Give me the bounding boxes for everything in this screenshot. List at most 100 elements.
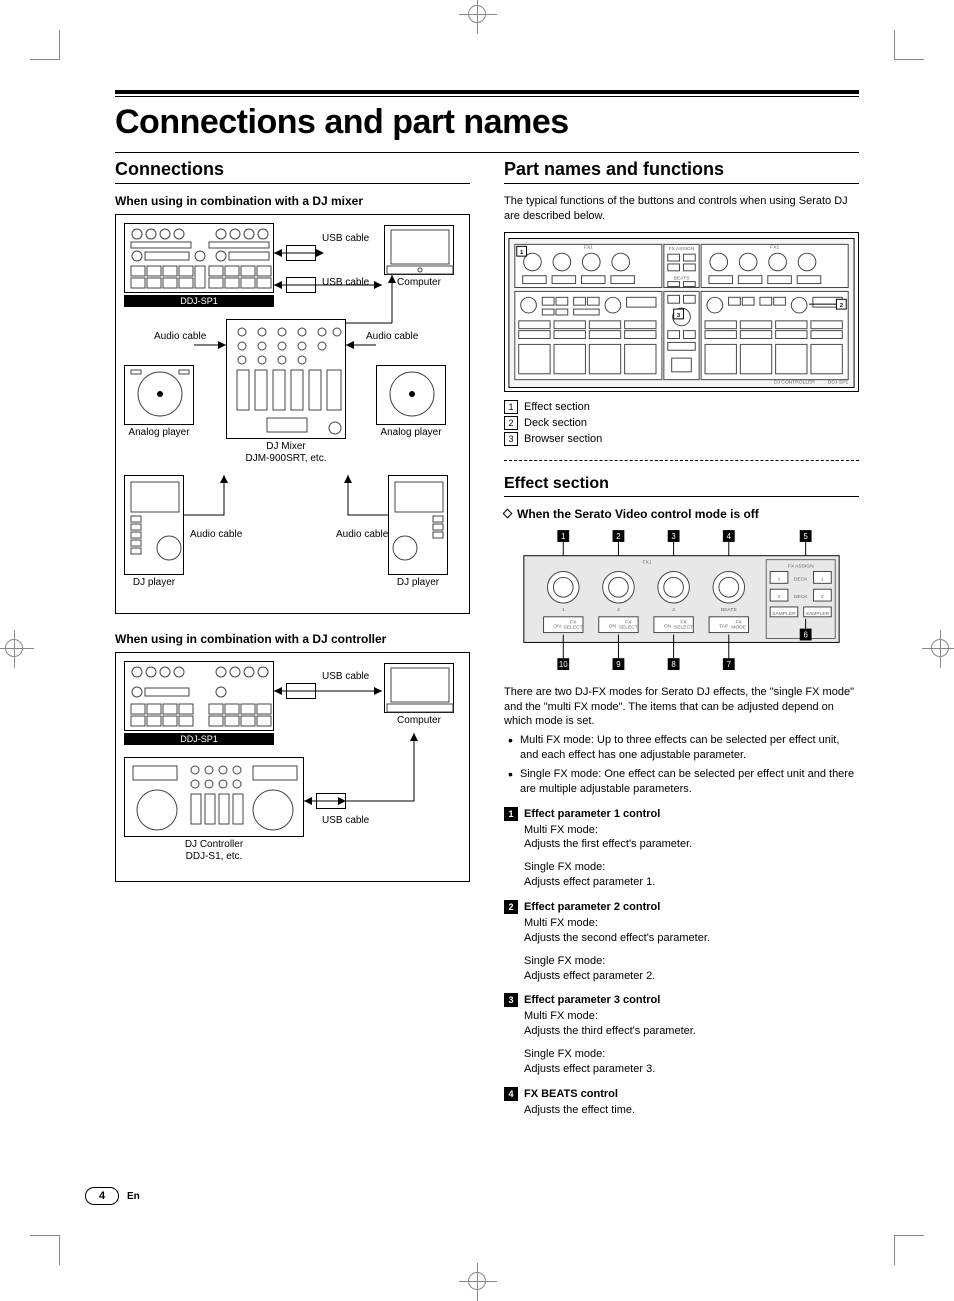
param-body: Multi FX mode:Adjusts the first effect's… [524, 823, 859, 890]
top-rule-thin [115, 96, 859, 97]
mixer-label: DJ Mixer [226, 441, 346, 452]
top-rule-thick [115, 90, 859, 94]
controller-diagram: DDJ-SP1 USB cable Computer [115, 652, 470, 882]
svg-text:ON: ON [553, 623, 561, 629]
effect-section-heading: Effect section [504, 475, 859, 497]
controller-label: DJ Controller [124, 839, 304, 850]
mixer-subhead: When using in combination with a DJ mixe… [115, 194, 470, 208]
audio-label-l: Audio cable [154, 331, 206, 342]
svg-text:8: 8 [671, 660, 676, 669]
mixer-diagram: DDJ-SP1 Computer USB cable USB cable [115, 214, 470, 614]
crop-mark [931, 639, 949, 657]
param-line: Single FX mode: [524, 860, 859, 875]
usb-label-3: USB cable [322, 671, 369, 682]
intro-text: The typical functions of the buttons and… [504, 194, 859, 224]
svg-text:SAMPLER: SAMPLER [772, 611, 796, 617]
param-title: Effect parameter 1 control [524, 808, 660, 820]
crop-mark [894, 1235, 924, 1265]
param-block: 2Effect parameter 2 control Multi FX mode… [504, 900, 859, 983]
right-column: Part names and functions The typical fun… [504, 159, 859, 1118]
param-line: Multi FX mode: [524, 1009, 859, 1024]
crop-mark [5, 639, 23, 657]
crop-mark [468, 5, 486, 23]
svg-text:SAMPLER: SAMPLER [806, 611, 830, 617]
fx-modes-para: There are two DJ-FX modes for Serato DJ … [504, 685, 859, 730]
overview-list: 1 Effect section 2Deck section 3Browser s… [504, 400, 859, 446]
param-line: Single FX mode: [524, 1047, 859, 1062]
param-line: Adjusts the second effect's parameter. [524, 931, 859, 946]
param-body: Multi FX mode:Adjusts the third effect's… [524, 1009, 859, 1076]
ddj-sp1-label2: DDJ-SP1 [124, 733, 274, 745]
param-line: Adjusts effect parameter 2. [524, 969, 859, 984]
crop-mark [30, 30, 60, 60]
usb-label-4: USB cable [322, 815, 369, 826]
svg-text:FX ASSIGN: FX ASSIGN [788, 563, 814, 569]
svg-text:3: 3 [672, 607, 675, 613]
svg-text:DJ CONTROLLER: DJ CONTROLLER [774, 379, 815, 385]
param-line: Adjusts the first effect's parameter. [524, 837, 859, 852]
crop-mark [894, 30, 924, 60]
svg-text:MODE: MODE [731, 624, 746, 630]
svg-text:FX ASSIGN: FX ASSIGN [669, 246, 695, 252]
svg-text:7: 7 [727, 660, 731, 669]
connections-heading: Connections [115, 159, 470, 184]
param-head: 1Effect parameter 1 control [504, 807, 859, 821]
param-line: Multi FX mode: [524, 916, 859, 931]
param-block: 1Effect parameter 1 control Multi FX mode… [504, 807, 859, 890]
param-line: Adjusts the third effect's parameter. [524, 1024, 859, 1039]
svg-text:2: 2 [617, 607, 620, 613]
overview-label: Effect section [524, 401, 590, 413]
audio-label-bl: Audio cable [190, 529, 242, 540]
djplayer-right-label: DJ player [388, 577, 448, 588]
partnames-heading: Part names and functions [504, 159, 859, 184]
svg-text:2: 2 [616, 532, 620, 541]
usb-label-1: USB cable [322, 233, 369, 244]
bullet-single: Single FX mode: One effect can be select… [520, 767, 859, 797]
djplayer-left-label: DJ player [124, 577, 184, 588]
svg-text:FX1: FX1 [643, 559, 652, 565]
svg-text:FX1: FX1 [584, 244, 593, 250]
diamond-icon [503, 508, 513, 518]
page-footer: 4 En [85, 1187, 140, 1205]
fx-modes-bullets: Multi FX mode: Up to three effects can b… [504, 733, 859, 796]
overview-row: 1 Effect section [504, 400, 859, 414]
svg-text:ON: ON [609, 623, 617, 629]
svg-text:DECK: DECK [794, 576, 808, 582]
param-title: Effect parameter 3 control [524, 994, 660, 1006]
param-body: Adjusts the effect time. [524, 1103, 859, 1118]
overview-row: 2Deck section [504, 416, 859, 430]
param-head: 2Effect parameter 2 control [504, 900, 859, 914]
param-head: 3Effect parameter 3 control [504, 993, 859, 1007]
svg-text:5: 5 [803, 532, 808, 541]
svg-text:4: 4 [727, 532, 732, 541]
param-body: Multi FX mode:Adjusts the second effect'… [524, 916, 859, 983]
callout-1: 1 [504, 400, 518, 414]
svg-text:1: 1 [562, 607, 565, 613]
svg-text:DECK: DECK [794, 594, 808, 600]
svg-text:10: 10 [559, 660, 568, 669]
param-title: FX BEATS control [524, 1088, 618, 1100]
callout-2: 2 [504, 416, 518, 430]
svg-text:SELECT: SELECT [564, 624, 583, 630]
overview-diagram: FX1 FX2 FX ASSIGN BEATS [504, 232, 859, 392]
dashed-rule [504, 460, 859, 461]
svg-text:2: 2 [821, 594, 824, 600]
svg-text:SELECT: SELECT [619, 624, 638, 630]
param-line: Single FX mode: [524, 954, 859, 969]
overview-label: Browser section [524, 433, 602, 445]
page-content: Connections and part names Connections W… [115, 90, 859, 1205]
params-container: 1Effect parameter 1 control Multi FX mode… [504, 807, 859, 1118]
param-line: Adjusts effect parameter 1. [524, 875, 859, 890]
crop-mark [30, 1235, 60, 1265]
left-column: Connections When using in combination wi… [115, 159, 470, 1118]
svg-text:1: 1 [778, 576, 781, 582]
fx-diagram: 1 2 3 4 5 FX1 [504, 529, 859, 679]
ddj-sp1-label: DDJ-SP1 [124, 295, 274, 307]
page-title: Connections and part names [115, 103, 859, 142]
computer-label2: Computer [384, 715, 454, 726]
svg-text:6: 6 [803, 630, 808, 639]
param-block: 4FX BEATS controlAdjusts the effect time… [504, 1087, 859, 1118]
overview-row: 3Browser section [504, 432, 859, 446]
param-number: 2 [504, 900, 518, 914]
page-number: 4 [85, 1187, 119, 1205]
